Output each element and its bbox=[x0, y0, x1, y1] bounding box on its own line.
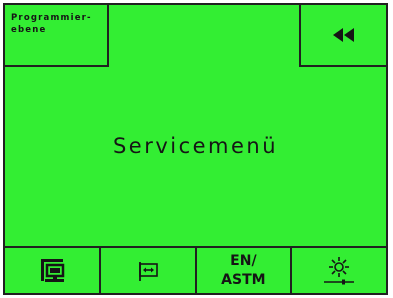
programming-level-button[interactable]: Programmier- ebene bbox=[5, 5, 109, 67]
standard-en-astm-button[interactable]: EN/ ASTM bbox=[194, 248, 291, 293]
terminal-button[interactable] bbox=[5, 248, 99, 293]
sample-button[interactable] bbox=[98, 248, 195, 293]
double-left-arrow-icon bbox=[332, 28, 354, 42]
brightness-sun-icon bbox=[324, 256, 355, 284]
bottom-toolbar: EN/ ASTM bbox=[5, 246, 386, 293]
brightness-button[interactable] bbox=[290, 248, 386, 293]
page-title: Servicemenü bbox=[112, 134, 279, 158]
sample-flag-icon bbox=[138, 261, 158, 281]
programming-level-label-line1: Programmier- bbox=[11, 13, 92, 23]
programming-level-label-line2: ebene bbox=[11, 25, 47, 35]
standard-label: EN/ ASTM bbox=[221, 252, 265, 290]
back-button[interactable] bbox=[299, 5, 386, 67]
terminal-computer-icon bbox=[40, 259, 65, 282]
standard-label-line2: ASTM bbox=[221, 271, 266, 288]
standard-label-line1: EN/ bbox=[230, 252, 257, 269]
service-menu-screen: Programmier- ebene Servicemenü EN/ ASTM bbox=[3, 3, 388, 295]
